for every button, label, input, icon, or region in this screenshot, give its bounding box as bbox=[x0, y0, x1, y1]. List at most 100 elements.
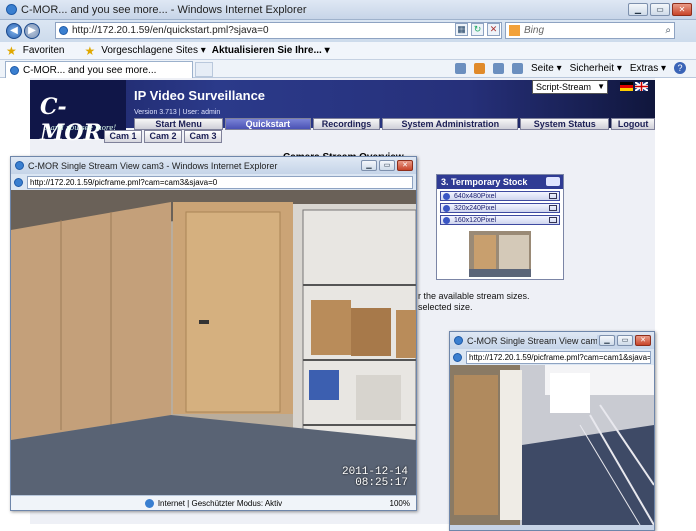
ie-logo-icon bbox=[15, 161, 24, 170]
page-icon bbox=[453, 352, 462, 362]
play-icon bbox=[443, 216, 450, 224]
info-line-1: r the available stream sizes. bbox=[418, 291, 530, 301]
popup-cam1-titlebar: C-MOR Single Stream View cam1 - ... ▁ ▭ … bbox=[450, 332, 654, 349]
feeds-icon[interactable] bbox=[474, 62, 485, 74]
safety-menu[interactable]: Sicherheit ▾ bbox=[570, 63, 622, 74]
forward-button[interactable]: ▶ bbox=[24, 23, 40, 39]
minimize-button[interactable]: ▁ bbox=[361, 160, 377, 171]
mail-icon[interactable] bbox=[493, 62, 504, 74]
menu-system-admin[interactable]: System Administration bbox=[382, 118, 519, 130]
browser-tab[interactable]: C-MOR... and you see more... bbox=[5, 61, 193, 78]
menu-start[interactable]: Start Menu bbox=[134, 118, 224, 130]
main-menu: Start Menu Quickstart Recordings System … bbox=[134, 118, 656, 130]
window-title: C-MOR... and you see more... - Windows I… bbox=[21, 3, 307, 16]
uk-flag-icon[interactable] bbox=[635, 82, 648, 91]
cam-1-button[interactable]: Cam 1 bbox=[104, 130, 142, 143]
ie-logo-icon bbox=[6, 4, 17, 15]
tools-menu[interactable]: Extras ▾ bbox=[630, 63, 666, 74]
version-info: Version 3.713 | User: admin bbox=[134, 109, 221, 116]
cam-submenu: Cam 1 Cam 2 Cam 3 bbox=[104, 130, 222, 143]
popup-cam3-title: C-MOR Single Stream View cam3 - Windows … bbox=[28, 160, 278, 171]
stock-title: 3. Termporary Stock bbox=[441, 177, 528, 187]
play-icon bbox=[443, 204, 450, 212]
german-flag-icon[interactable] bbox=[620, 82, 633, 91]
info-text: r the available stream sizes. selected s… bbox=[418, 291, 530, 313]
popup-cam3-window: C-MOR Single Stream View cam3 - Windows … bbox=[10, 156, 417, 511]
page-icon bbox=[14, 177, 23, 187]
temporary-stock-panel: 3. Termporary Stock 640x480Pixel 320x240… bbox=[436, 174, 564, 280]
window-icon bbox=[549, 217, 557, 223]
play-icon bbox=[443, 192, 450, 200]
maximize-button[interactable]: ▭ bbox=[617, 335, 633, 346]
close-button[interactable]: ✕ bbox=[672, 3, 692, 16]
close-button[interactable]: ✕ bbox=[397, 160, 413, 171]
popup-cam1-addressbar: http://172.20.1.59/picframe.pml?cam=cam1… bbox=[450, 349, 654, 365]
page-icon bbox=[59, 26, 68, 35]
cmor-banner: C-MOR ...and you see more! IP Video Surv… bbox=[30, 80, 656, 146]
cam3-video-frame: 2011-12-14 08:25:17 bbox=[11, 190, 416, 495]
search-field[interactable]: Bing ⌕ bbox=[505, 22, 675, 39]
stream-thumbnail[interactable] bbox=[469, 231, 531, 277]
chevron-down-icon: ▼ bbox=[597, 82, 605, 91]
popup-cam1-window: C-MOR Single Stream View cam1 - ... ▁ ▭ … bbox=[449, 331, 655, 531]
favorites-button[interactable]: Favoriten bbox=[23, 45, 65, 56]
cam1-video-image bbox=[450, 365, 654, 525]
cam3-video-image bbox=[11, 190, 416, 495]
zoom-level[interactable]: 100% bbox=[390, 499, 410, 508]
print-icon[interactable] bbox=[512, 62, 523, 74]
stream-size-label: 160x120Pixel bbox=[454, 216, 497, 224]
menu-system-status[interactable]: System Status bbox=[520, 118, 610, 130]
maximize-button[interactable]: ▭ bbox=[650, 3, 670, 16]
popup-cam3-titlebar: C-MOR Single Stream View cam3 - Windows … bbox=[11, 157, 416, 174]
back-button[interactable]: ◀ bbox=[6, 23, 22, 39]
window-icon bbox=[549, 205, 557, 211]
url-text: http://172.20.1.59/en/quickstart.pml?sja… bbox=[72, 25, 269, 36]
tab-favicon bbox=[10, 65, 19, 75]
home-icon[interactable] bbox=[455, 62, 466, 74]
minimize-button[interactable]: ▁ bbox=[628, 3, 648, 16]
ie-logo-icon bbox=[454, 336, 463, 345]
tab-label: C-MOR... and you see more... bbox=[23, 64, 157, 76]
compat-view-icon[interactable]: ▦ bbox=[455, 23, 468, 36]
popup-cam3-addressbar: http://172.20.1.59/picframe.pml?cam=cam3… bbox=[11, 174, 416, 190]
close-button[interactable]: ✕ bbox=[635, 335, 651, 346]
cam1-video-frame bbox=[450, 365, 654, 525]
refresh-icon[interactable]: ↻ bbox=[471, 23, 484, 36]
stream-size-320[interactable]: 320x240Pixel bbox=[440, 203, 560, 213]
address-bar: ◀ ▶ http://172.20.1.59/en/quickstart.pml… bbox=[0, 20, 696, 42]
camera-icon bbox=[546, 177, 560, 186]
popup-cam3-statusbar: Internet | Geschützter Modus: Aktiv 100% bbox=[11, 495, 416, 510]
popup-cam3-url[interactable]: http://172.20.1.59/picframe.pml?cam=cam3… bbox=[27, 175, 413, 189]
bing-icon bbox=[509, 25, 520, 36]
cam-3-button[interactable]: Cam 3 bbox=[184, 130, 222, 143]
stop-icon[interactable]: ✕ bbox=[487, 23, 500, 36]
favorites-star-icon: ★ bbox=[6, 43, 17, 58]
fav-item-suggested[interactable]: Vorgeschlagene Sites ▾ bbox=[101, 45, 206, 56]
minimize-button[interactable]: ▁ bbox=[599, 335, 615, 346]
window-titlebar: C-MOR... and you see more... - Windows I… bbox=[0, 0, 696, 20]
new-tab-button[interactable] bbox=[195, 62, 213, 77]
url-field[interactable]: http://172.20.1.59/en/quickstart.pml?sja… bbox=[55, 22, 502, 39]
stream-select[interactable]: Script-Stream ▼ bbox=[532, 80, 608, 94]
stream-select-value: Script-Stream bbox=[536, 82, 592, 92]
app-title: IP Video Surveillance bbox=[134, 88, 266, 103]
help-icon[interactable]: ? bbox=[674, 62, 686, 74]
video-time: 08:25:17 bbox=[355, 477, 408, 489]
stream-size-640[interactable]: 640x480Pixel bbox=[440, 191, 560, 201]
globe-icon bbox=[144, 498, 154, 508]
fav-item-update[interactable]: Aktualisieren Sie Ihre... ▾ bbox=[212, 45, 330, 56]
cam-2-button[interactable]: Cam 2 bbox=[144, 130, 182, 143]
search-placeholder: Bing bbox=[524, 25, 545, 36]
menu-recordings[interactable]: Recordings bbox=[312, 118, 381, 130]
tab-bar: C-MOR... and you see more... Seite ▾ Sic… bbox=[0, 60, 696, 78]
favorites-bar: ★ Favoriten ★ Vorgeschlagene Sites ▾ Akt… bbox=[0, 42, 696, 60]
add-favorite-icon[interactable]: ★ bbox=[84, 44, 95, 58]
popup-cam1-url[interactable]: http://172.20.1.59/picframe.pml?cam=cam1… bbox=[466, 350, 651, 364]
maximize-button[interactable]: ▭ bbox=[379, 160, 395, 171]
stream-size-160[interactable]: 160x120Pixel bbox=[440, 215, 560, 225]
stream-size-label: 640x480Pixel bbox=[454, 192, 497, 200]
search-icon[interactable]: ⌕ bbox=[665, 25, 671, 36]
menu-quickstart[interactable]: Quickstart bbox=[225, 118, 311, 130]
menu-logout[interactable]: Logout bbox=[611, 118, 656, 130]
page-menu[interactable]: Seite ▾ bbox=[531, 63, 562, 74]
